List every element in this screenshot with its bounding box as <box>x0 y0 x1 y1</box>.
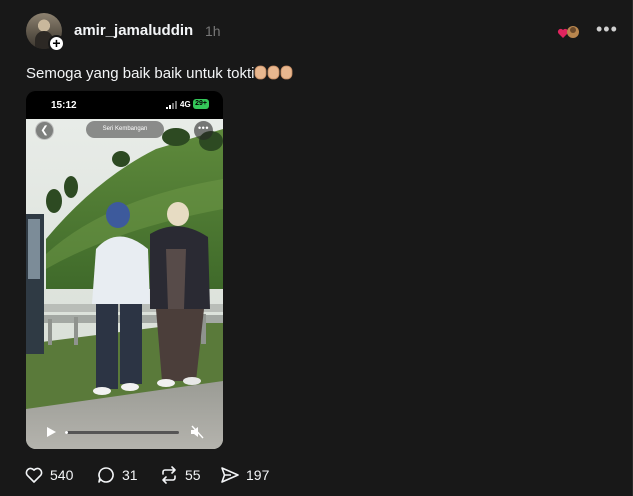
repost-icon <box>162 466 176 484</box>
repost-button[interactable]: 55 <box>159 465 201 485</box>
like-button[interactable]: 540 <box>24 465 73 485</box>
share-count: 197 <box>246 467 270 483</box>
mute-icon[interactable] <box>190 425 204 439</box>
reply-count: 31 <box>122 467 138 483</box>
signal-icon <box>166 101 177 109</box>
battery-badge: 29+ <box>193 99 209 109</box>
username[interactable]: amir_jamaluddin <box>74 22 193 39</box>
post-card: + amir_jamaluddin 1h ••• Semoga yang bai… <box>0 0 633 496</box>
back-icon[interactable]: ❮ <box>35 121 54 140</box>
clapping-hands-icon <box>254 64 294 84</box>
video-frame <box>26 119 223 449</box>
reply-button[interactable]: 31 <box>96 465 138 485</box>
more-icon[interactable]: ••• <box>596 20 617 40</box>
heart-icon <box>25 467 43 483</box>
video-scrubber[interactable] <box>65 431 179 434</box>
phone-status-bar: 15:12 4G 29+ <box>26 91 223 119</box>
post-time: 1h <box>205 23 221 39</box>
share-icon <box>221 467 239 483</box>
network-label: 4G <box>180 100 191 109</box>
repost-count: 55 <box>185 467 201 483</box>
status-time: 15:12 <box>51 100 77 111</box>
comment-icon <box>98 467 114 483</box>
like-count: 540 <box>50 467 74 483</box>
location-pill[interactable]: Seri Kembangan <box>86 121 164 138</box>
video-controls <box>26 421 223 449</box>
play-icon[interactable] <box>45 426 57 438</box>
avatar-container[interactable]: + <box>26 13 65 52</box>
share-button[interactable]: 197 <box>220 465 269 485</box>
video-more-icon[interactable]: ••• <box>194 121 213 140</box>
follow-plus-icon[interactable]: + <box>48 35 65 52</box>
caption-text: Semoga yang baik baik untuk tokti <box>26 65 255 82</box>
post-caption: Semoga yang baik baik untuk tokti <box>26 64 294 84</box>
scrubber-progress <box>65 431 69 434</box>
heart-reaction-icon[interactable] <box>557 24 581 40</box>
video-thumbnail[interactable]: 15:12 4G 29+ ❮ Seri Kembangan ••• <box>26 91 223 449</box>
